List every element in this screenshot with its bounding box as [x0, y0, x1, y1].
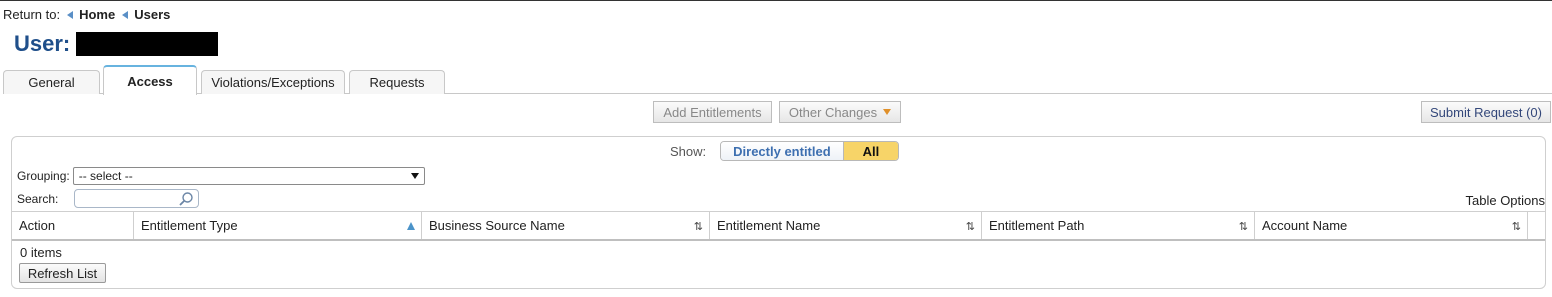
back-triangle-icon [122, 10, 129, 19]
refresh-list-label: Refresh List [27, 265, 98, 281]
column-business-source-name[interactable]: Business Source Name ⇅ [422, 212, 710, 239]
chevron-down-icon [410, 173, 419, 179]
column-label: Entitlement Path [989, 218, 1085, 233]
search-input[interactable] [74, 189, 200, 208]
tab-requests[interactable]: Requests [349, 70, 445, 94]
show-toggle: Directly entitled All [720, 141, 900, 161]
page-title: User: [14, 31, 219, 57]
column-label: Entitlement Type [141, 218, 238, 233]
breadcrumb-prefix: Return to: [3, 7, 61, 22]
breadcrumb: Return to: Home Users [3, 7, 170, 22]
submit-request-button[interactable]: Submit Request (0) [1421, 101, 1551, 123]
column-label: Business Source Name [429, 218, 565, 233]
item-count: 0 items [20, 245, 62, 260]
grouping-label: Grouping: [17, 169, 70, 183]
sort-both-icon: ⇅ [965, 221, 975, 233]
column-entitlement-type[interactable]: Entitlement Type [134, 212, 422, 239]
dropdown-arrow-icon [883, 109, 892, 115]
other-changes-button[interactable]: Other Changes [779, 101, 901, 123]
column-entitlement-path[interactable]: Entitlement Path ⇅ [982, 212, 1255, 239]
column-action[interactable]: Action [12, 212, 134, 239]
other-changes-label: Other Changes [788, 104, 878, 120]
sort-both-icon: ⇅ [1511, 221, 1521, 233]
tab-bar: General Access Violations/Exceptions Req… [3, 65, 1552, 95]
submit-request-label: Submit Request (0) [1430, 104, 1542, 120]
table-options-link[interactable]: Table Options [1466, 193, 1546, 208]
sort-both-icon: ⇅ [1238, 221, 1248, 233]
search-label: Search: [17, 191, 59, 206]
breadcrumb-home-label: Home [79, 7, 116, 22]
breadcrumb-home-link[interactable]: Home [67, 7, 115, 22]
table-header: Action Entitlement Type Business Source … [12, 211, 1545, 241]
grouping-select[interactable]: -- select -- [72, 167, 425, 185]
search-icon[interactable] [178, 191, 194, 207]
sort-asc-icon [407, 222, 415, 230]
column-account-name[interactable]: Account Name ⇅ [1255, 212, 1528, 239]
entitlements-panel: Show: Directly entitled All Grouping: --… [11, 136, 1546, 289]
sort-both-icon: ⇅ [693, 221, 703, 233]
add-entitlements-label: Add Entitlements [663, 104, 762, 120]
grouping-select-value: -- select -- [78, 169, 133, 183]
column-label: Account Name [1262, 218, 1348, 233]
refresh-list-button[interactable]: Refresh List [19, 263, 106, 283]
directly-entitled-toggle[interactable]: Directly entitled [721, 142, 843, 160]
redacted-username [76, 32, 219, 56]
show-label: Show: [670, 143, 707, 159]
breadcrumb-users-link[interactable]: Users [122, 7, 170, 22]
column-label: Entitlement Name [717, 218, 821, 233]
page-title-label: User: [14, 31, 71, 56]
tab-violations-exceptions[interactable]: Violations/Exceptions [201, 70, 345, 94]
search-row: Search: [17, 189, 200, 208]
add-entitlements-button[interactable]: Add Entitlements [653, 101, 772, 123]
column-label: Action [19, 218, 56, 233]
column-entitlement-name[interactable]: Entitlement Name ⇅ [710, 212, 982, 239]
tab-general[interactable]: General [3, 70, 100, 94]
all-toggle[interactable]: All [842, 142, 899, 160]
show-filter: Show: Directly entitled All [670, 141, 900, 161]
grouping-row: Grouping: -- select -- [17, 167, 425, 185]
back-triangle-icon [67, 10, 74, 19]
tab-access[interactable]: Access [103, 65, 197, 95]
breadcrumb-users-label: Users [134, 7, 171, 22]
